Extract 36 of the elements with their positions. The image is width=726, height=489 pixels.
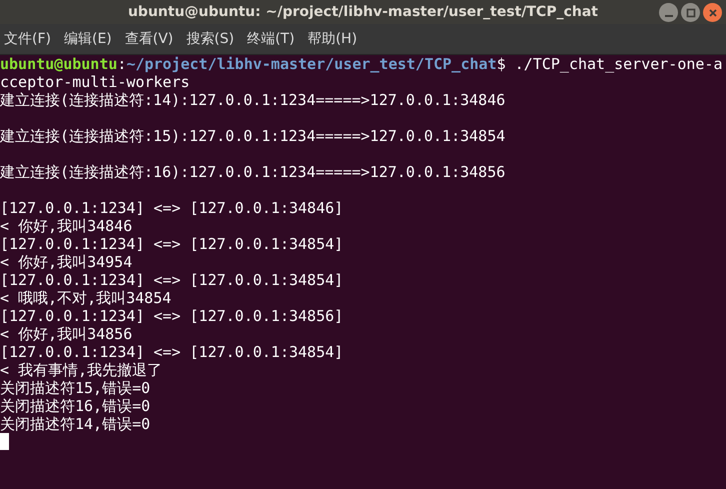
output-line: [127.0.0.1:1234] <=> [127.0.0.1:34846]	[0, 199, 344, 217]
menu-item[interactable]: 文件(F)	[4, 30, 51, 48]
output-line: < 你好,我叫34846	[0, 217, 132, 235]
output-line: 关闭描述符14,错误=0	[0, 415, 150, 433]
text-cursor	[0, 433, 9, 450]
prompt-user: ubuntu@ubuntu	[0, 55, 118, 73]
menu-item[interactable]: 搜索(S)	[186, 30, 234, 48]
output-line: 建立连接(连接描述符:15):127.0.0.1:1234=====>127.0.0.1:34854	[0, 127, 506, 145]
prompt-path: ~/project/libhv-master/user_test/TCP_chat	[126, 55, 497, 73]
output-line: 建立连接(连接描述符:16):127.0.0.1:1234=====>127.0.0.1:34856	[0, 163, 506, 181]
minimize-button[interactable]	[659, 3, 678, 22]
output-line: < 哦哦,不对,我叫34854	[0, 289, 172, 307]
close-icon	[708, 8, 718, 18]
minimize-icon	[664, 14, 672, 16]
output-line: < 你好,我叫34856	[0, 325, 132, 343]
output-line: [127.0.0.1:1234] <=> [127.0.0.1:34854]	[0, 235, 344, 253]
close-button[interactable]	[703, 3, 722, 22]
output-line: cceptor-multi-workers	[0, 73, 190, 91]
maximize-button[interactable]	[681, 3, 700, 22]
output-line: < 我有事情,我先撤退了	[0, 361, 162, 379]
command-text: ./TCP_chat_server-one-a	[514, 55, 722, 73]
menu-item[interactable]: 帮助(H)	[308, 30, 358, 48]
output-line: 关闭描述符16,错误=0	[0, 397, 150, 415]
output-line: [127.0.0.1:1234] <=> [127.0.0.1:34856]	[0, 307, 344, 325]
prompt-separator: :	[117, 55, 126, 73]
output-line: < 你好,我叫34954	[0, 253, 132, 271]
output-line: [127.0.0.1:1234] <=> [127.0.0.1:34854]	[0, 343, 344, 361]
output-line: 关闭描述符15,错误=0	[0, 379, 150, 397]
menu-item[interactable]: 终端(T)	[247, 30, 295, 48]
output-line: 建立连接(连接描述符:14):127.0.0.1:1234=====>127.0.0.1:34846	[0, 91, 506, 109]
output-line: [127.0.0.1:1234] <=> [127.0.0.1:34854]	[0, 271, 344, 289]
menu-item[interactable]: 编辑(E)	[64, 30, 112, 48]
prompt-symbol: $	[496, 55, 506, 73]
menu-item[interactable]: 查看(V)	[124, 30, 174, 48]
maximize-icon	[686, 8, 696, 18]
window-title: ubuntu@ubuntu: ~/project/libhv-master/user_test/TCP_chat	[128, 4, 598, 20]
